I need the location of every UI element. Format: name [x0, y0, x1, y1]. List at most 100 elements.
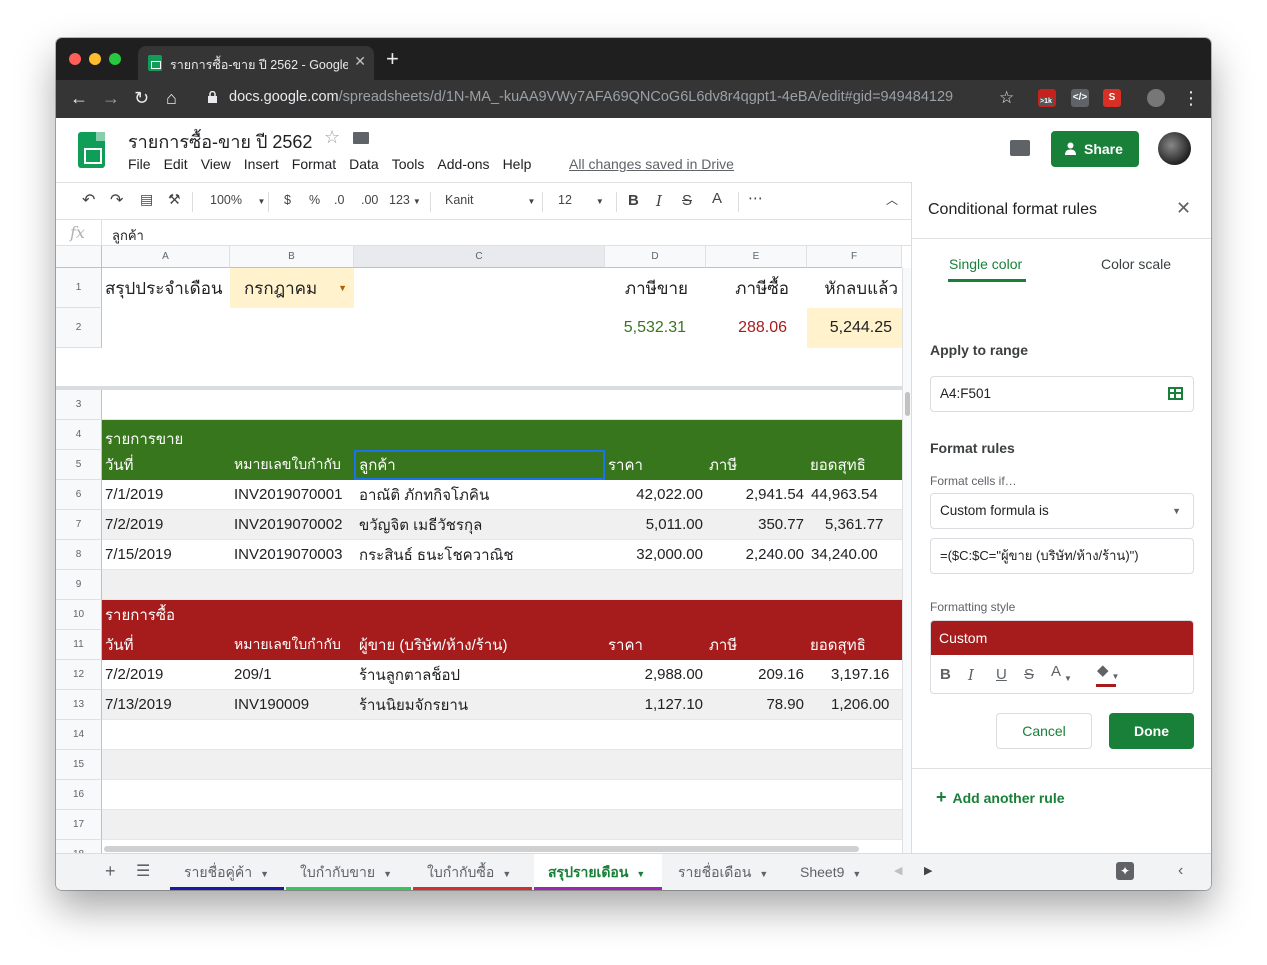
add-rule-button[interactable]: + Add another rule	[936, 787, 1065, 808]
cell-price[interactable]: 1,127.10	[605, 690, 706, 719]
sheet-tab-sales-invoices[interactable]: ใบกำกับขาย ▼	[286, 854, 411, 890]
row-header[interactable]: 1	[56, 268, 102, 308]
cancel-button[interactable]: Cancel	[996, 713, 1092, 749]
bookmark-star-icon[interactable]: ☆	[999, 88, 1014, 108]
save-status[interactable]: All changes saved in Drive	[569, 156, 734, 172]
fill-color-icon[interactable]: ◆ ▼	[1097, 661, 1119, 681]
sheet-tab-month-names[interactable]: รายชื่อเดือน ▼	[664, 854, 784, 890]
cell-invoice[interactable]: 209/1	[230, 660, 354, 689]
increase-decimal-button[interactable]: .00	[361, 193, 378, 207]
header-price[interactable]: ราคา	[605, 450, 706, 480]
tab-single-color[interactable]: Single color	[949, 256, 1022, 272]
document-title[interactable]: รายการซื้อ-ขาย ปี 2562	[128, 127, 312, 156]
cell-net[interactable]: 1,206.00	[807, 690, 902, 719]
italic-button[interactable]: I	[656, 192, 662, 210]
star-icon[interactable]: ☆	[324, 127, 340, 148]
row-header[interactable]: 7	[56, 510, 102, 540]
cell-d1[interactable]: ภาษีขาย	[605, 268, 706, 308]
header-date[interactable]: วันที่	[102, 630, 230, 660]
row-header[interactable]: 17	[56, 810, 102, 840]
sheets-logo-icon[interactable]	[78, 132, 105, 168]
menu-tools[interactable]: Tools	[392, 156, 425, 172]
cell-f1[interactable]: หักลบแล้ว	[807, 268, 902, 308]
horizontal-scrollbar[interactable]	[102, 844, 872, 853]
new-tab-icon[interactable]: +	[386, 48, 399, 70]
sheet-tab-partners[interactable]: รายชื่อคู่ค้า ▼	[170, 854, 284, 890]
horizontal-scroll-thumb[interactable]	[104, 846, 859, 852]
header-net[interactable]: ยอดสุทธิ	[807, 450, 902, 480]
net-tax-total[interactable]: 5,244.25	[807, 308, 902, 348]
row-header[interactable]: 5	[56, 450, 102, 480]
collapse-toolbar-icon[interactable]: ︿	[886, 191, 898, 208]
text-color-button[interactable]: A	[712, 190, 722, 207]
vertical-scrollbar[interactable]	[902, 268, 911, 853]
share-button[interactable]: Share	[1051, 131, 1139, 167]
header-net[interactable]: ยอดสุทธิ	[807, 630, 902, 660]
menu-edit[interactable]: Edit	[164, 156, 188, 172]
reload-icon[interactable]: ↻	[134, 88, 149, 108]
row-header[interactable]: 4	[56, 420, 102, 450]
scroll-tabs-left-icon[interactable]: ◀	[894, 864, 902, 877]
cell-date[interactable]: 7/2/2019	[102, 660, 230, 689]
cell-customer[interactable]: กระสินธ์ ธนะโชควาณิช	[354, 540, 605, 569]
sheet-tab-sheet9[interactable]: Sheet9 ▼	[786, 854, 878, 890]
cell-date[interactable]: 7/13/2019	[102, 690, 230, 719]
formatting-style-box[interactable]: Custom B I U S A ▼ ◆ ▼	[930, 620, 1194, 694]
text-color-button[interactable]: A ▼	[1051, 663, 1072, 683]
column-header-a[interactable]: A	[102, 246, 230, 268]
menu-file[interactable]: File	[128, 156, 151, 172]
cell-customer[interactable]: ขวัญจิต เมธีวัชรกุล	[354, 510, 605, 539]
cell-date[interactable]: 7/15/2019	[102, 540, 230, 569]
cell-date[interactable]: 7/1/2019	[102, 480, 230, 509]
collapse-panel-icon[interactable]: ‹	[1178, 862, 1183, 880]
scroll-tabs-right-icon[interactable]: ▶	[924, 864, 932, 877]
currency-format-button[interactable]: $	[284, 193, 291, 207]
tab-close-icon[interactable]: ✕	[354, 53, 366, 70]
header-tax[interactable]: ภาษี	[706, 450, 807, 480]
month-dropdown[interactable]: กรกฎาคม ▼	[230, 268, 354, 308]
browser-tab[interactable]: รายการซื้อ-ขาย ปี 2562 - Google ✕	[138, 46, 374, 80]
folder-icon[interactable]	[353, 132, 369, 144]
font-size-select[interactable]: 12 ▼	[558, 193, 604, 207]
menu-help[interactable]: Help	[503, 156, 532, 172]
strikethrough-button[interactable]: S	[1024, 666, 1034, 683]
formula-input[interactable]: ลูกค้า	[112, 225, 144, 246]
comment-icon[interactable]	[1010, 140, 1030, 156]
select-all-corner[interactable]	[56, 246, 102, 268]
row-header[interactable]: 6	[56, 480, 102, 510]
cell-net[interactable]: 5,361.77	[807, 510, 902, 539]
menu-insert[interactable]: Insert	[244, 156, 279, 172]
close-window-button[interactable]	[69, 53, 81, 65]
row-header[interactable]: 18	[56, 840, 102, 853]
header-tax[interactable]: ภาษี	[706, 630, 807, 660]
paint-format-icon[interactable]: ⚒	[168, 191, 181, 208]
header-price[interactable]: ราคา	[605, 630, 706, 660]
cell-a1[interactable]: สรุปประจำเดือน	[102, 268, 230, 308]
sheet-tab-monthly-summary[interactable]: สรุปรายเดือน ▼	[534, 854, 662, 890]
close-icon[interactable]: ✕	[1176, 198, 1191, 219]
decrease-decimal-button[interactable]: .0	[334, 193, 344, 207]
header-customer-selected[interactable]: ลูกค้า	[354, 450, 605, 480]
cell-price[interactable]: 42,022.00	[605, 480, 706, 509]
zoom-window-button[interactable]	[109, 53, 121, 65]
redo-icon[interactable]: ↷	[110, 190, 123, 210]
cell-invoice[interactable]: INV2019070001	[230, 480, 354, 509]
extension-devtools-icon[interactable]: </>	[1071, 89, 1089, 107]
back-icon[interactable]: ←	[70, 88, 88, 108]
browser-menu-icon[interactable]: ⋮	[1182, 88, 1200, 108]
italic-button[interactable]: I	[968, 666, 974, 684]
cell-invoice[interactable]: INV2019070002	[230, 510, 354, 539]
profile-avatar-icon[interactable]	[1147, 89, 1165, 107]
row-header[interactable]: 15	[56, 750, 102, 780]
row-header[interactable]: 11	[56, 630, 102, 660]
tab-color-scale[interactable]: Color scale	[1101, 256, 1171, 272]
sheet-tab-purchase-invoices[interactable]: ใบกำกับซื้อ ▼	[413, 854, 532, 890]
cell-net[interactable]: 44,963.54	[807, 480, 902, 509]
column-header-d[interactable]: D	[605, 246, 706, 268]
cell-price[interactable]: 2,988.00	[605, 660, 706, 689]
header-invoice[interactable]: หมายเลขใบกำกับ	[230, 450, 354, 480]
select-range-icon[interactable]	[1168, 387, 1183, 400]
menu-data[interactable]: Data	[349, 156, 379, 172]
all-sheets-icon[interactable]: ☰	[136, 861, 150, 881]
cell-invoice[interactable]: INV190009	[230, 690, 354, 719]
